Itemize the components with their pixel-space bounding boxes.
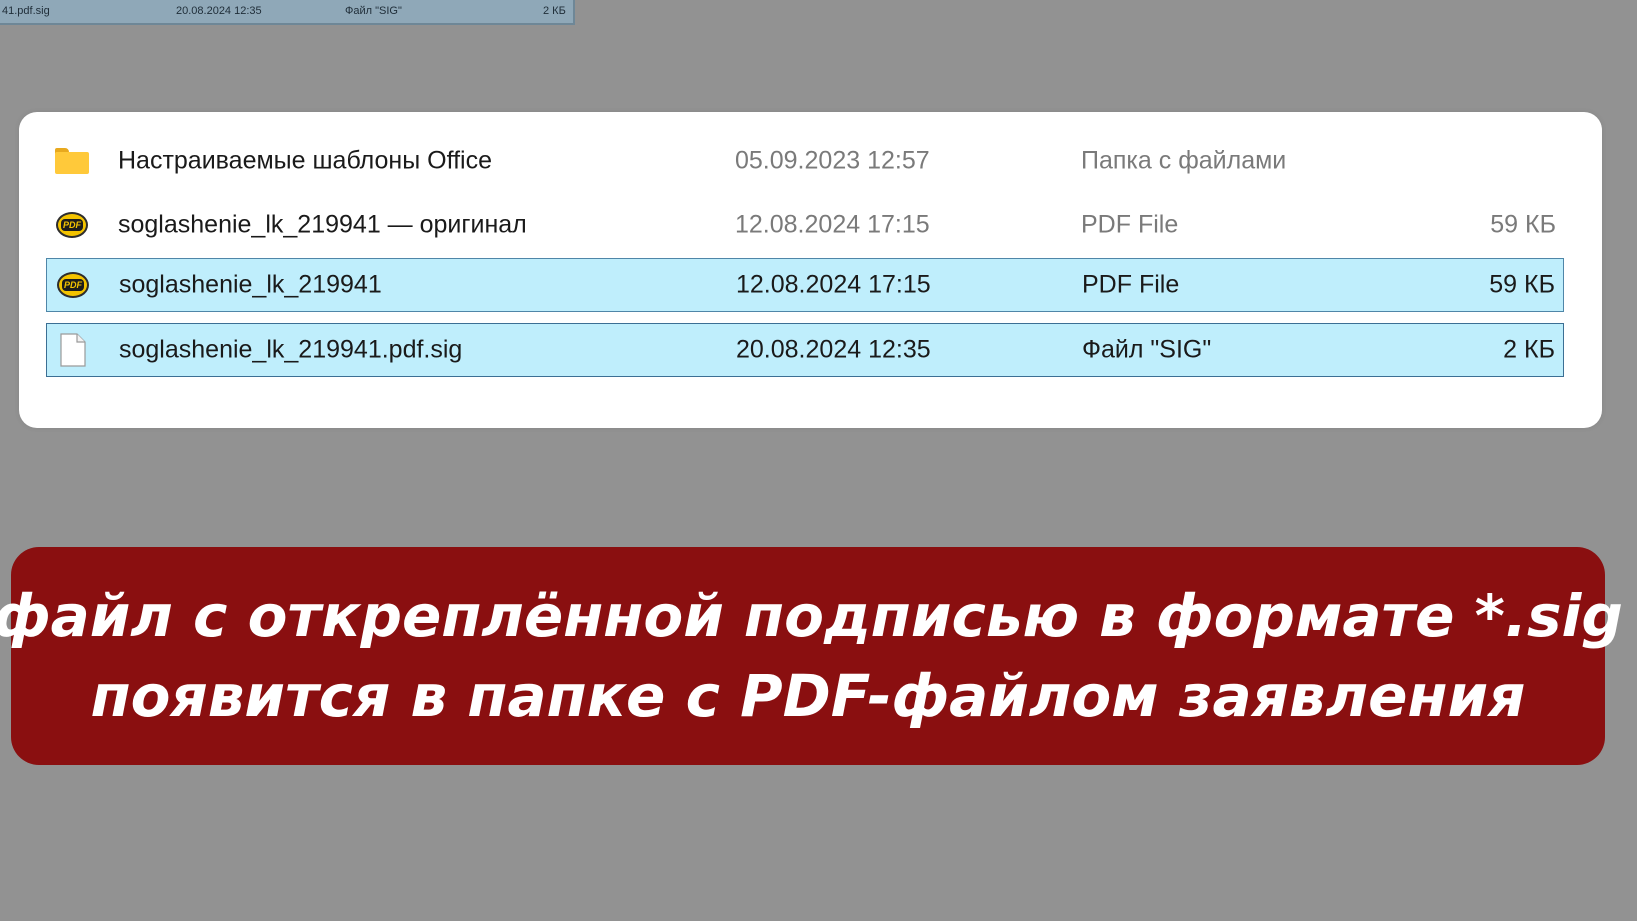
file-name: soglashenie_lk_219941 — оригинал — [118, 210, 527, 239]
blank-file-icon — [56, 333, 90, 367]
strip-file-type: Файл "SIG" — [345, 5, 402, 17]
file-name: soglashenie_lk_219941 — [119, 270, 382, 299]
strip-file-size: 2 КБ — [543, 5, 566, 17]
file-date: 20.08.2024 12:35 — [736, 335, 931, 364]
file-type: PDF File — [1081, 210, 1179, 239]
file-type: Файл "SIG" — [1082, 335, 1212, 364]
file-date: 12.08.2024 17:15 — [736, 270, 931, 299]
folder-icon — [55, 144, 89, 178]
strip-file-name: 41.pdf.sig — [2, 5, 50, 17]
caption-line-1: файл с откреплённой подписью в формате *… — [0, 582, 1623, 650]
file-date: 05.09.2023 12:57 — [735, 146, 930, 175]
caption-banner: файл с откреплённой подписью в формате *… — [0, 547, 1623, 765]
pdf-icon: PDF — [55, 208, 89, 242]
file-name: Настраиваемые шаблоны Office — [118, 146, 492, 175]
file-size: 59 КБ — [1489, 270, 1555, 299]
caption-line-2: появится в папке с PDF-файлом заявления — [90, 662, 1526, 730]
file-row-sig-selected[interactable]: soglashenie_lk_219941.pdf.sig 20.08.2024… — [46, 323, 1564, 377]
file-row-pdf-selected[interactable]: PDF soglashenie_lk_219941 12.08.2024 17:… — [46, 258, 1564, 312]
file-row-pdf-original[interactable]: PDF soglashenie_lk_219941 — оригинал 12.… — [46, 198, 1564, 252]
file-list-panel: Настраиваемые шаблоны Office 05.09.2023 … — [19, 112, 1602, 428]
file-date: 12.08.2024 17:15 — [735, 210, 930, 239]
file-type: Папка с файлами — [1081, 146, 1287, 175]
file-size: 2 КБ — [1503, 335, 1555, 364]
cropped-file-row-strip: 41.pdf.sig 20.08.2024 12:35 Файл "SIG" 2… — [0, 0, 575, 25]
pdf-icon: PDF — [56, 268, 90, 302]
file-size: 59 КБ — [1490, 210, 1556, 239]
file-row-folder[interactable]: Настраиваемые шаблоны Office 05.09.2023 … — [46, 134, 1564, 188]
file-name: soglashenie_lk_219941.pdf.sig — [119, 335, 463, 364]
strip-file-date: 20.08.2024 12:35 — [176, 5, 262, 17]
file-type: PDF File — [1082, 270, 1180, 299]
